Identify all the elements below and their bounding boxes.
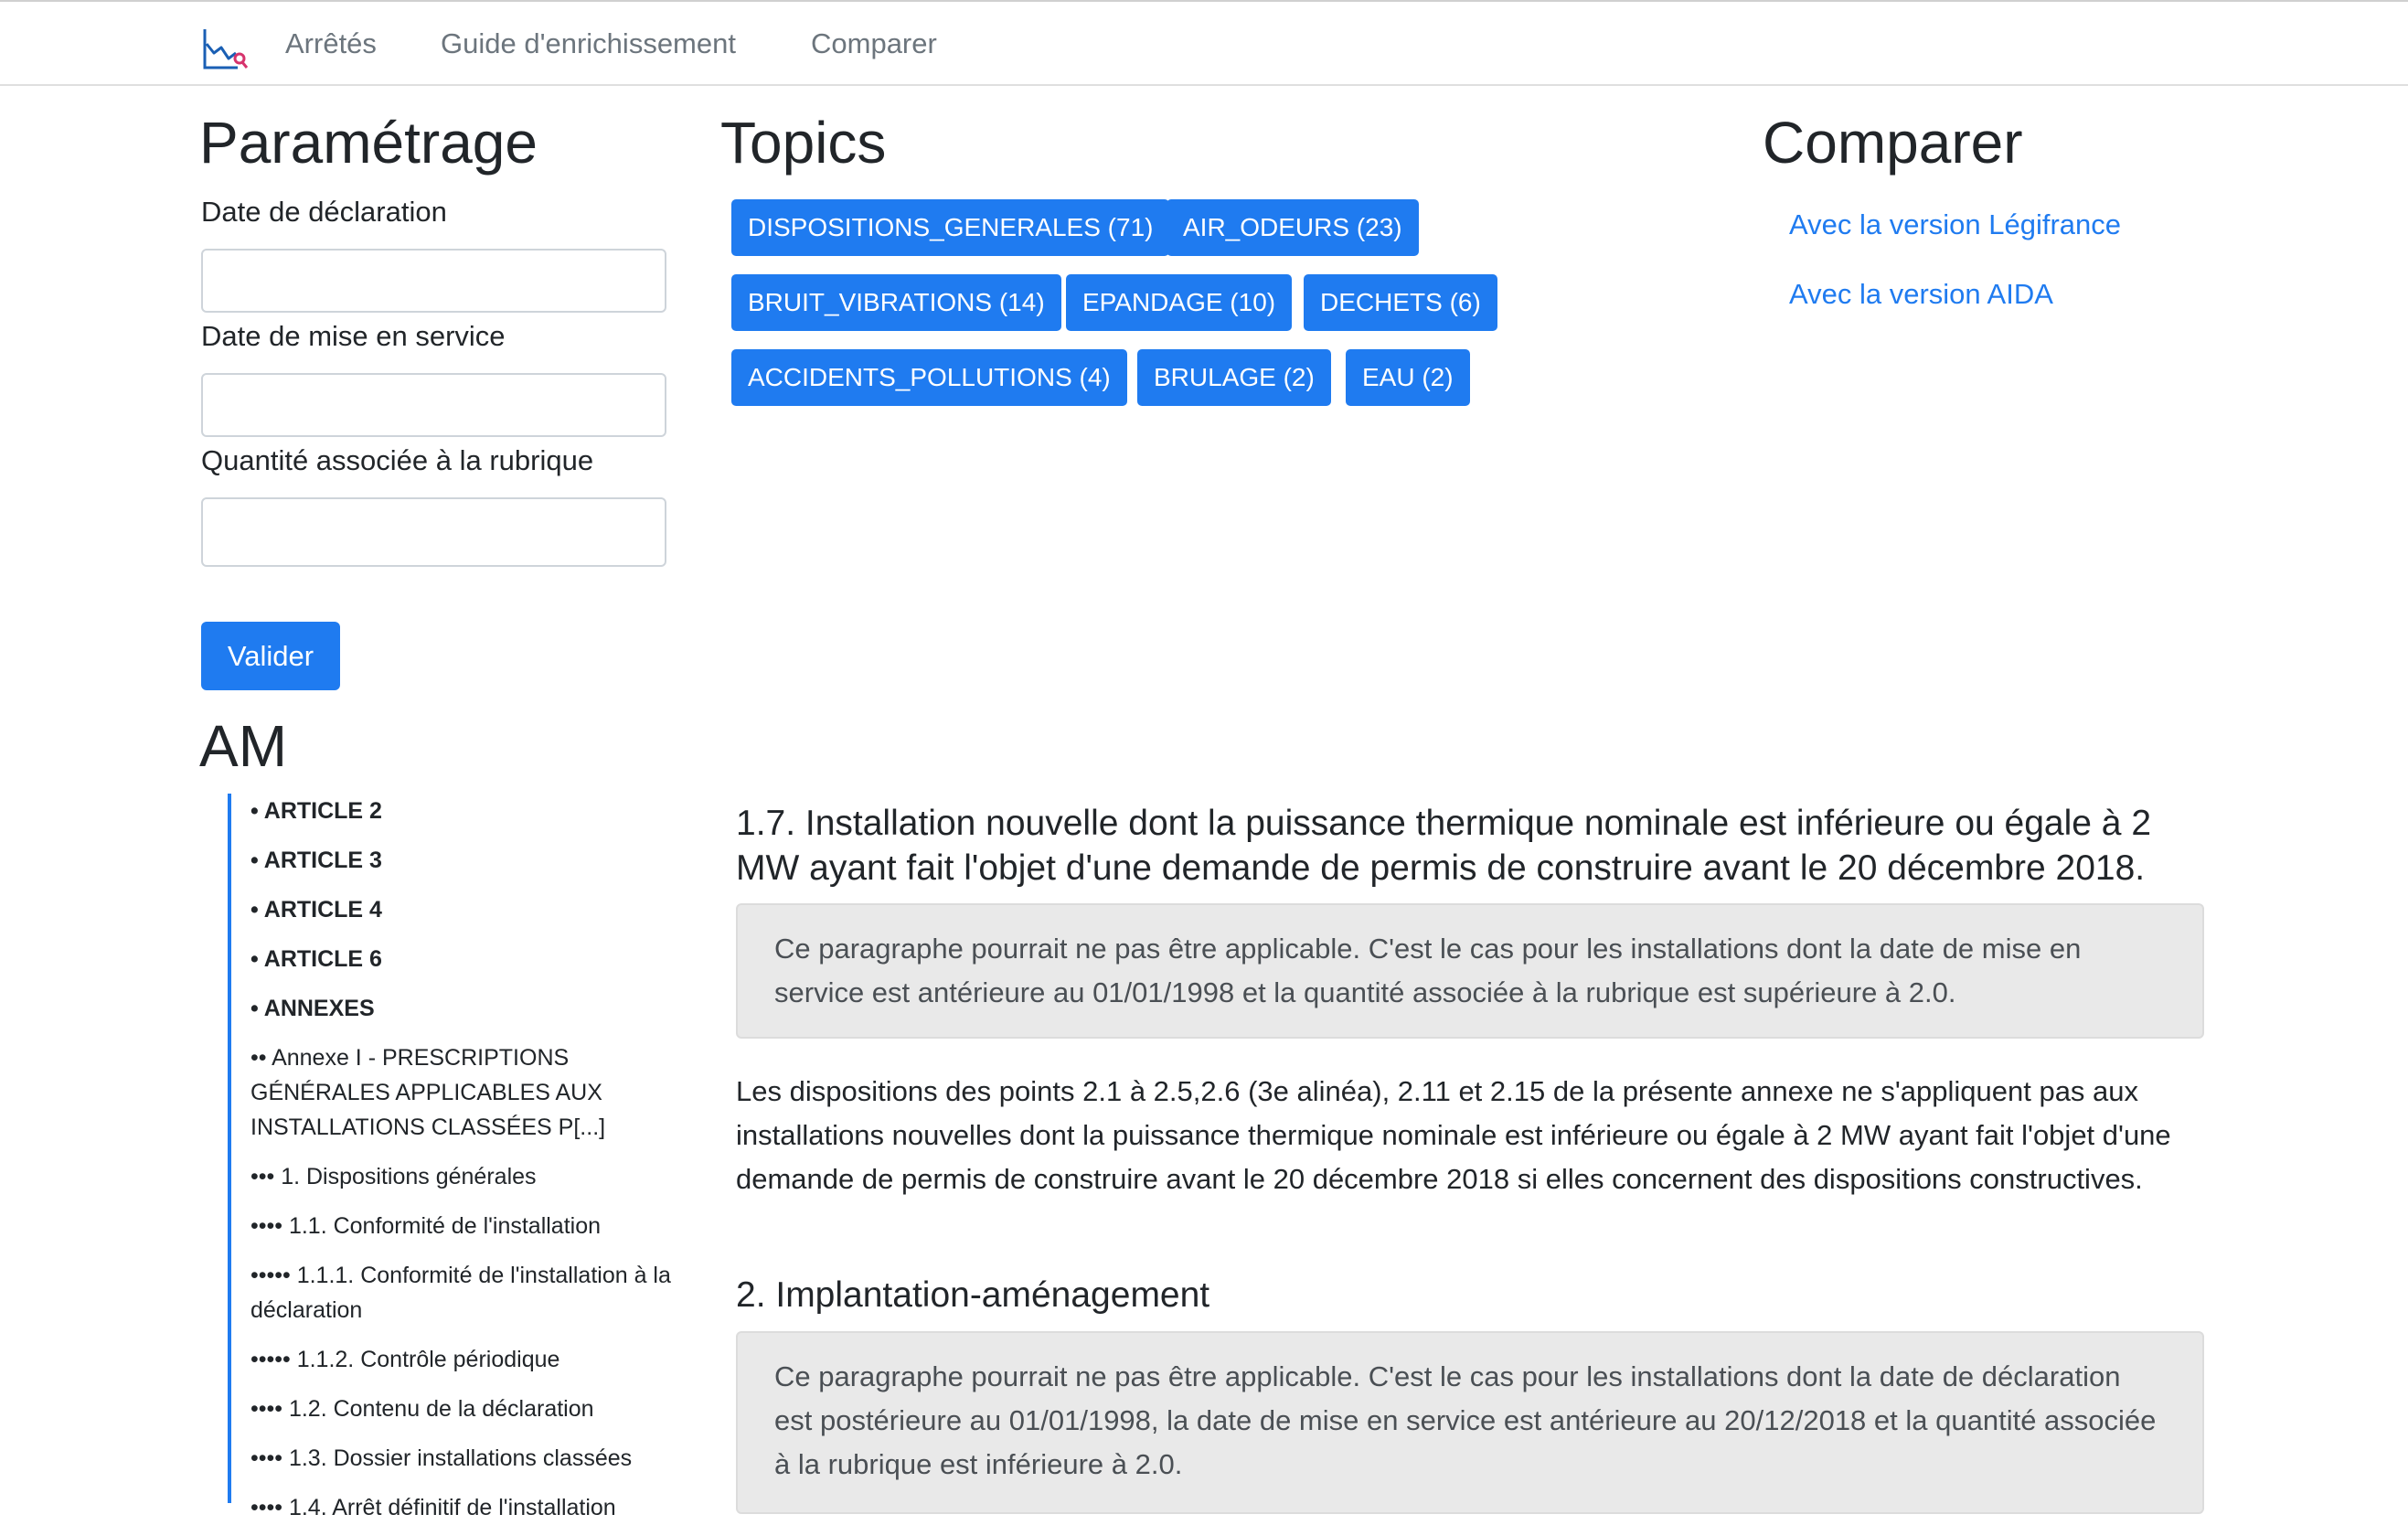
toc-item-contenu-declaration[interactable]: •••• 1.2. Contenu de la déclaration xyxy=(250,1392,687,1426)
topic-badge-brulage[interactable]: BRULAGE (2) xyxy=(1137,349,1331,406)
toc-item-article-4[interactable]: • ARTICLE 4 xyxy=(250,892,687,927)
valider-button[interactable]: Valider xyxy=(201,622,340,690)
toc-item-article-6[interactable]: • ARTICLE 6 xyxy=(250,942,687,976)
top-navbar: Arrêtés Guide d'enrichissement Comparer xyxy=(0,0,2408,86)
nav-link-comparer[interactable]: Comparer xyxy=(811,27,937,60)
topic-badge-dechets[interactable]: DECHETS (6) xyxy=(1304,274,1497,331)
nav-link-guide[interactable]: Guide d'enrichissement xyxy=(441,27,736,60)
toc-item-article-2[interactable]: • ARTICLE 2 xyxy=(250,794,687,828)
topic-badge-dispositions-generales[interactable]: DISPOSITIONS_GENERALES (71) xyxy=(731,199,1170,256)
toc-item-arret-definitif[interactable]: •••• 1.4. Arrêt définitif de l'installat… xyxy=(250,1490,687,1525)
am-title: AM xyxy=(199,713,287,779)
toc-item-article-3[interactable]: • ARTICLE 3 xyxy=(250,843,687,878)
section-1-7-title: 1.7. Installation nouvelle dont la puiss… xyxy=(736,804,2152,888)
topic-badge-air-odeurs[interactable]: AIR_ODEURS (23) xyxy=(1167,199,1419,256)
compare-aida-link[interactable]: Avec la version AIDA xyxy=(1789,278,2053,311)
applicability-warning-1: Ce paragraphe pourrait ne pas être appli… xyxy=(736,903,2204,1039)
topics-title: Topics xyxy=(720,110,887,176)
applicability-warning-2: Ce paragraphe pourrait ne pas être appli… xyxy=(736,1331,2204,1514)
topic-badge-bruit-vibrations[interactable]: BRUIT_VIBRATIONS (14) xyxy=(731,274,1061,331)
toc-item-conformite-declaration[interactable]: ••••• 1.1.1. Conformité de l'installatio… xyxy=(250,1258,687,1328)
toc-item-annexes[interactable]: • ANNEXES xyxy=(250,991,687,1026)
toc-item-dossier-installations[interactable]: •••• 1.3. Dossier installations classées xyxy=(250,1441,687,1476)
date-declaration-input[interactable] xyxy=(201,249,666,313)
date-service-label: Date de mise en service xyxy=(201,320,506,352)
section-2-title: 2. Implantation-aménagement xyxy=(736,1275,1210,1315)
quantite-label: Quantité associée à la rubrique xyxy=(201,444,594,476)
topic-badge-epandage[interactable]: EPANDAGE (10) xyxy=(1066,274,1293,331)
toc-item-dispositions-generales[interactable]: ••• 1. Dispositions générales xyxy=(250,1159,687,1194)
chart-magnifier-icon[interactable] xyxy=(201,26,249,71)
section-1-7-text: Les dispositions des points 2.1 à 2.5,2.… xyxy=(736,1075,2171,1195)
toc-item-controle-periodique[interactable]: ••••• 1.1.2. Contrôle périodique xyxy=(250,1342,687,1377)
date-service-input[interactable] xyxy=(201,373,666,437)
toc-item-annexe-1[interactable]: •• Annexe I - PRESCRIPTIONS GÉNÉRALES AP… xyxy=(250,1040,687,1145)
comparer-title: Comparer xyxy=(1763,110,2023,176)
toc-item-conformite[interactable]: •••• 1.1. Conformité de l'installation xyxy=(250,1209,687,1243)
quantite-input[interactable] xyxy=(201,497,666,567)
date-declaration-label: Date de déclaration xyxy=(201,196,447,228)
nav-link-arretes[interactable]: Arrêtés xyxy=(285,27,377,60)
toc-accent-bar xyxy=(228,794,231,1503)
compare-legifrance-link[interactable]: Avec la version Légifrance xyxy=(1789,208,2121,241)
topic-badge-eau[interactable]: EAU (2) xyxy=(1346,349,1470,406)
topic-badge-accidents-pollutions[interactable]: ACCIDENTS_POLLUTIONS (4) xyxy=(731,349,1127,406)
parametrage-title: Paramétrage xyxy=(199,110,538,176)
